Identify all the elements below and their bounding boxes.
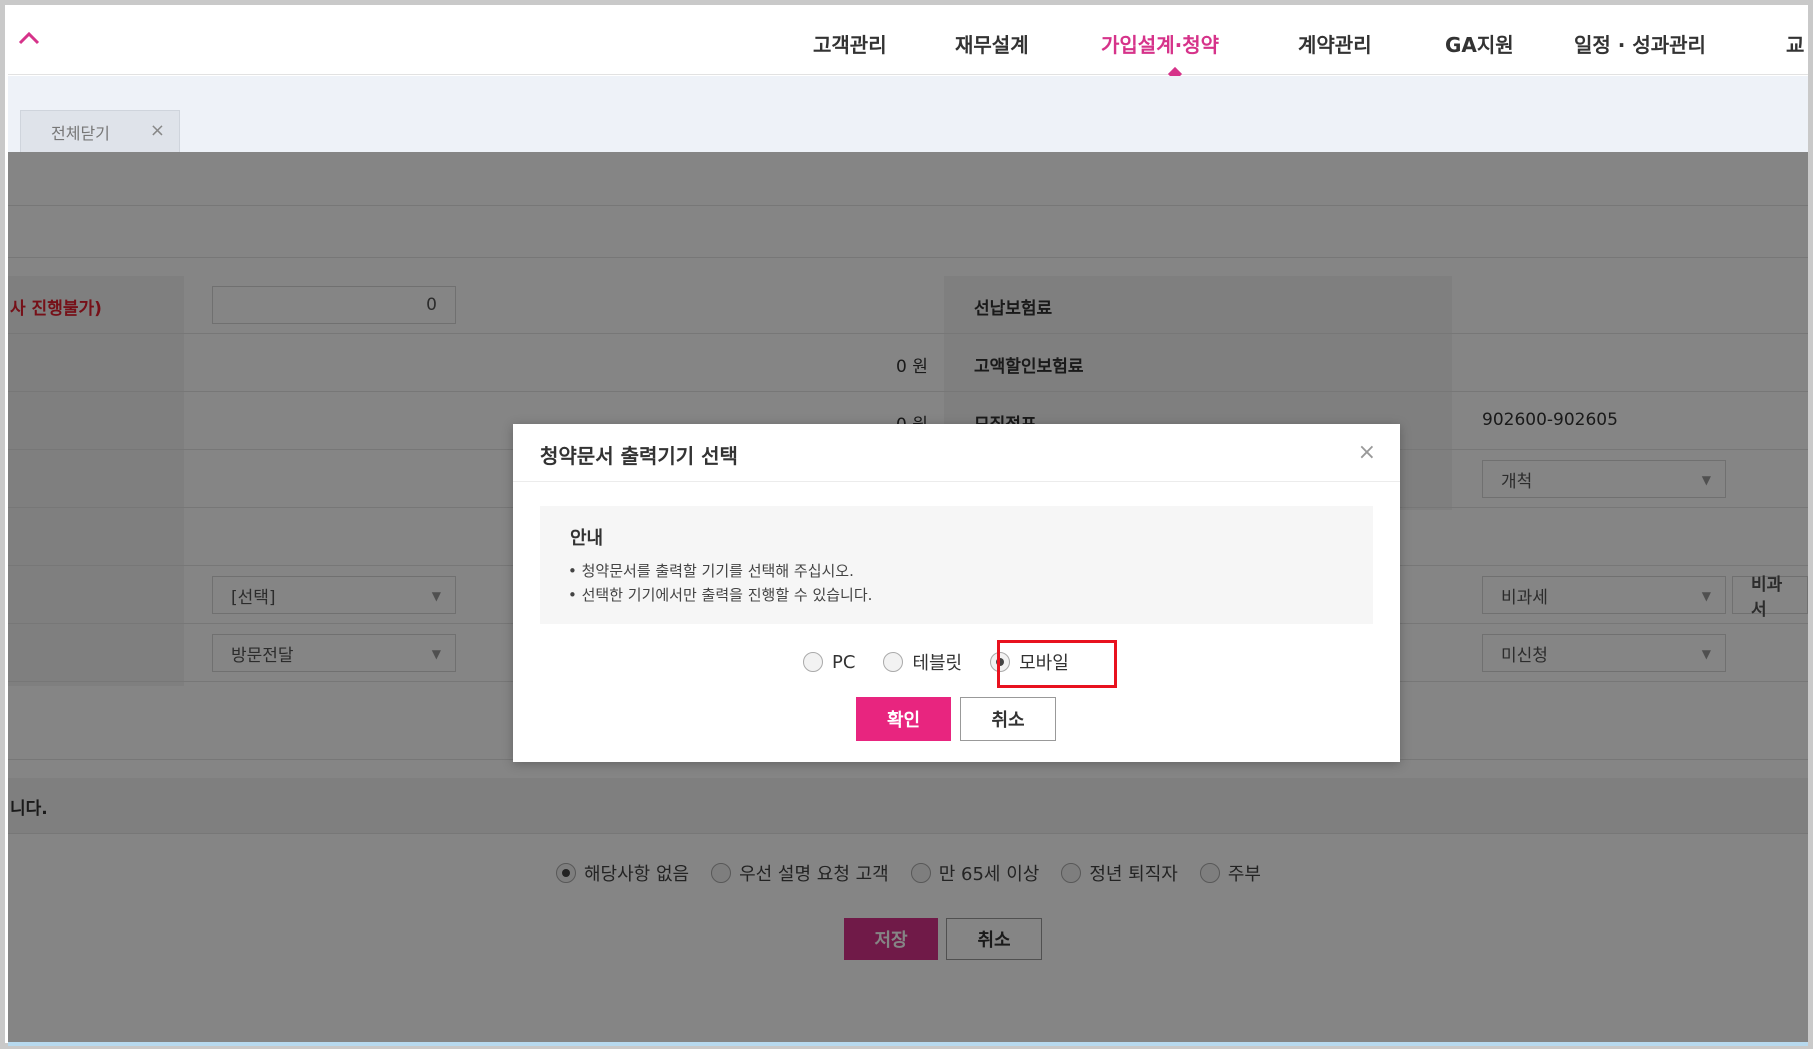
menu-education[interactable]: 교 [1786, 29, 1804, 58]
close-all-label: 전체닫기 [51, 123, 110, 143]
close-icon[interactable]: × [1358, 440, 1376, 465]
device-option-pc[interactable]: PC [803, 652, 855, 673]
menu-subscription-design[interactable]: 가입설계·청약 [1101, 29, 1219, 58]
dialog-title: 청약문서 출력기기 선택 [540, 444, 738, 468]
menu-schedule-performance[interactable]: 일정 · 성과관리 [1574, 29, 1706, 58]
bottom-accent-bar [8, 1042, 1808, 1046]
top-navigation: 고객관리 재무설계 가입설계·청약 계약관리 GA지원 일정 · 성과관리 교 [8, 5, 1808, 82]
device-option-label: 테블릿 [912, 653, 963, 674]
close-all-tab[interactable]: 전체닫기 × [20, 110, 180, 152]
notice-title: 안내 [570, 528, 604, 549]
notice-line: • 선택한 기기에서만 출력을 진행할 수 있습니다. [568, 586, 873, 604]
close-icon[interactable]: × [150, 120, 165, 141]
collapse-up-icon[interactable] [14, 23, 44, 53]
menu-financial-planning[interactable]: 재무설계 [955, 29, 1029, 58]
device-select-dialog: 청약문서 출력기기 선택 × 안내 • 청약문서를 출력할 기기를 선택해 주십… [513, 424, 1400, 762]
menu-ga-support[interactable]: GA지원 [1445, 29, 1514, 58]
menu-customer-management[interactable]: 고객관리 [813, 29, 887, 58]
tab-strip: 전체닫기 × [8, 76, 1808, 152]
notice-box: 안내 • 청약문서를 출력할 기기를 선택해 주십시오. • 선택한 기기에서만… [540, 506, 1373, 624]
dialog-cancel-button[interactable]: 취소 [960, 697, 1056, 741]
radio-icon [803, 652, 823, 672]
mobile-option-highlight [997, 640, 1117, 688]
notice-line: • 청약문서를 출력할 기기를 선택해 주십시오. [568, 562, 854, 580]
device-option-label: PC [832, 651, 856, 673]
menu-contract-management[interactable]: 계약관리 [1298, 29, 1372, 58]
radio-icon [883, 652, 904, 672]
confirm-button[interactable]: 확인 [856, 697, 951, 741]
device-option-tablet[interactable]: 테블릿 [883, 649, 962, 675]
dialog-header: 청약문서 출력기기 선택 × [513, 424, 1400, 482]
